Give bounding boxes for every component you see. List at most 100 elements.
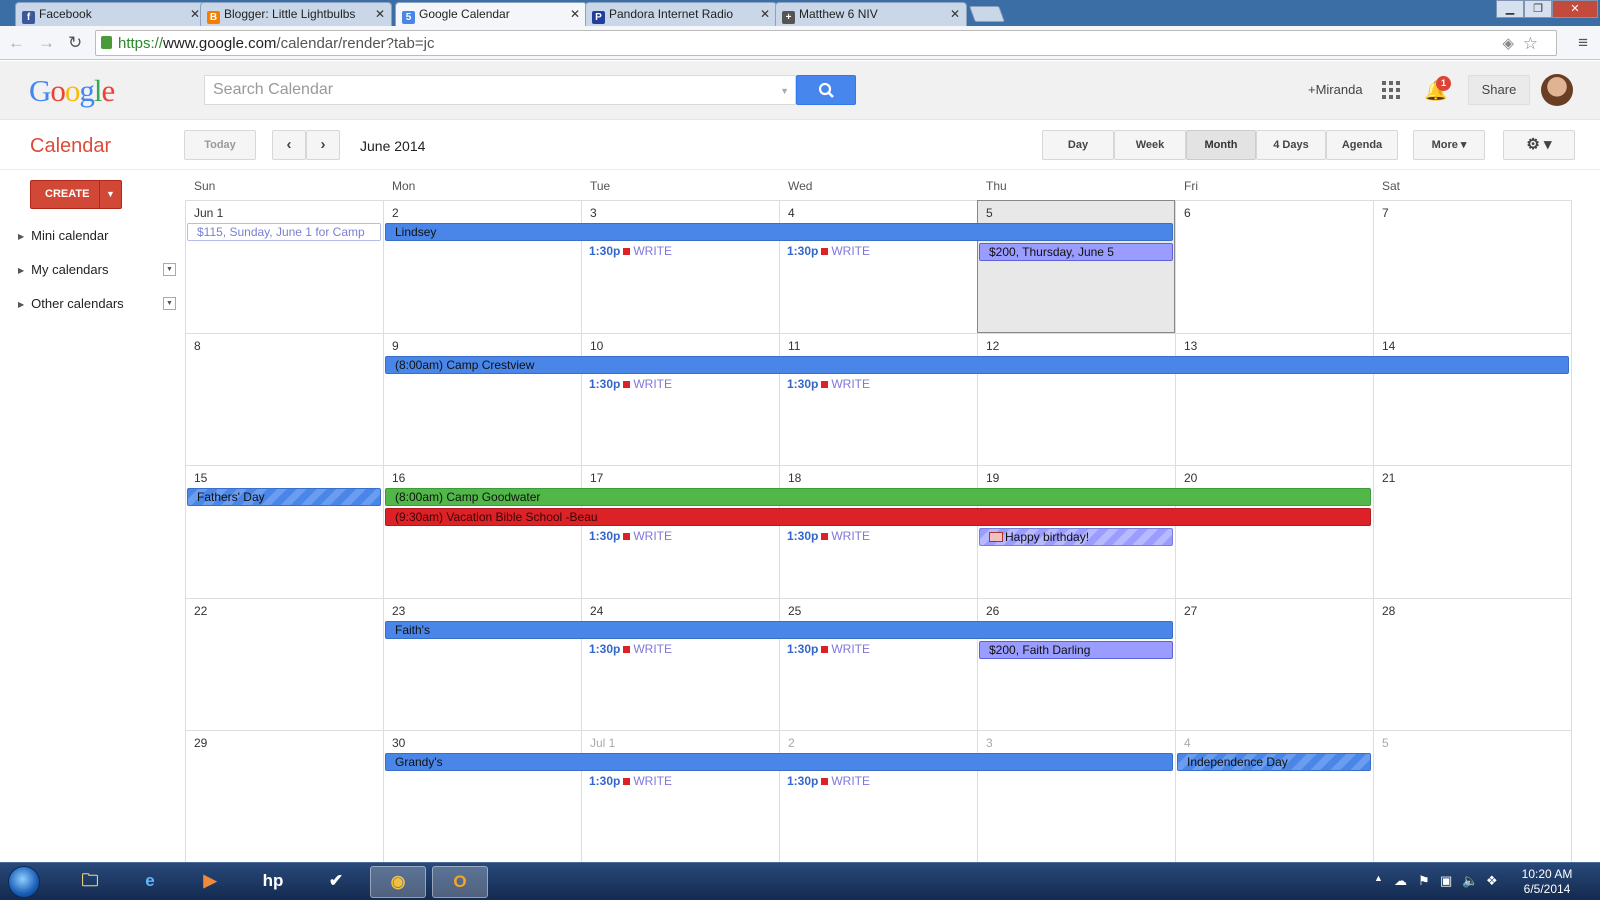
day-number[interactable]: 24 — [590, 604, 603, 618]
browser-tab[interactable]: P Pandora Internet Radio ✕ — [585, 2, 777, 26]
forward-icon[interactable]: → — [38, 33, 55, 53]
day-cell[interactable] — [1373, 465, 1571, 598]
next-month-button[interactable]: › — [306, 130, 340, 160]
day-cell[interactable] — [383, 597, 581, 731]
tray-expand-icon[interactable]: ▲ — [1374, 873, 1383, 883]
window-close-button[interactable]: ✕ — [1552, 0, 1598, 18]
day-cell[interactable] — [1373, 730, 1571, 863]
day-number[interactable]: 8 — [194, 339, 201, 353]
media-player-icon[interactable]: ▶ — [182, 866, 238, 898]
day-number[interactable]: 18 — [788, 471, 801, 485]
browser-tab[interactable]: B Blogger: Little Lightbulbs ✕ — [200, 2, 392, 26]
day-cell[interactable] — [779, 597, 977, 731]
event-chip[interactable]: (9:30am) Vacation Bible School -Beau — [385, 508, 1371, 527]
ie-icon[interactable]: e — [122, 866, 178, 898]
event-chip[interactable]: Faith's — [385, 620, 1173, 639]
day-number[interactable]: 13 — [1184, 339, 1197, 353]
day-cell[interactable] — [977, 730, 1175, 863]
chrome-menu-icon[interactable]: ≡ — [1578, 33, 1588, 53]
other-calendars-menu-icon[interactable]: ▼ — [163, 297, 176, 310]
search-options-icon[interactable]: ▼ — [780, 86, 789, 96]
day-cell[interactable] — [581, 597, 779, 731]
day-number[interactable]: 30 — [392, 736, 405, 750]
day-cell[interactable] — [383, 200, 581, 333]
day-number[interactable]: 2 — [788, 736, 795, 750]
event-chip[interactable]: $115, Sunday, June 1 for Camp — [187, 223, 381, 241]
more-button[interactable]: More ▾ — [1413, 130, 1485, 160]
day-number[interactable]: 16 — [392, 471, 405, 485]
day-cell[interactable] — [581, 332, 779, 466]
event-chip[interactable]: Lindsey — [385, 223, 1173, 241]
start-button[interactable] — [8, 866, 40, 898]
day-number[interactable]: 15 — [194, 471, 207, 485]
tab-close-icon[interactable]: ✕ — [190, 7, 200, 21]
explorer-icon[interactable]: 🗀 — [62, 866, 118, 898]
day-cell[interactable] — [779, 200, 977, 333]
day-cell[interactable] — [185, 597, 383, 731]
tab-close-icon[interactable]: ✕ — [375, 7, 385, 21]
day-number[interactable]: 17 — [590, 471, 603, 485]
day-cell[interactable] — [383, 332, 581, 466]
event-chip[interactable]: Grandy's — [385, 753, 1173, 772]
sidebar-item-my-calendars[interactable]: ▶ My calendars — [18, 262, 108, 277]
day-cell[interactable] — [977, 332, 1175, 466]
timed-event[interactable]: 1:30p WRITE — [589, 377, 672, 391]
browser-tab[interactable]: f Facebook ✕ — [15, 2, 207, 26]
hp-icon[interactable]: hp — [245, 866, 301, 898]
day-number[interactable]: 6 — [1184, 206, 1191, 220]
check-app-icon[interactable]: ✔ — [308, 866, 364, 898]
search-button[interactable] — [796, 75, 856, 105]
view-button-day[interactable]: Day — [1042, 130, 1114, 160]
day-number[interactable]: 19 — [986, 471, 999, 485]
day-cell[interactable] — [1175, 597, 1373, 731]
back-icon[interactable]: ← — [8, 33, 25, 53]
outlook-icon[interactable]: O — [432, 866, 488, 898]
dropbox-icon[interactable]: ❖ — [1486, 873, 1498, 889]
cloud-sync-icon[interactable]: ☁ — [1394, 873, 1407, 889]
day-number[interactable]: 29 — [194, 736, 207, 750]
day-number[interactable]: 14 — [1382, 339, 1395, 353]
today-button[interactable]: Today — [184, 130, 256, 160]
day-number[interactable]: 10 — [590, 339, 603, 353]
event-chip[interactable]: $200, Thursday, June 5 — [979, 243, 1173, 261]
event-chip[interactable]: $200, Faith Darling — [979, 640, 1173, 659]
day-number[interactable]: 9 — [392, 339, 399, 353]
timed-event[interactable]: 1:30p WRITE — [787, 244, 870, 258]
system-clock[interactable]: 10:20 AM 6/5/2014 — [1514, 867, 1580, 897]
day-cell[interactable] — [779, 730, 977, 863]
day-cell[interactable] — [1175, 730, 1373, 863]
day-number[interactable]: 25 — [788, 604, 801, 618]
reload-icon[interactable]: ↻ — [68, 33, 82, 53]
sidebar-item-mini-calendar[interactable]: ▶ Mini calendar — [18, 228, 108, 243]
tab-close-icon[interactable]: ✕ — [950, 7, 960, 21]
view-button-week[interactable]: Week — [1114, 130, 1186, 160]
day-number[interactable]: 28 — [1382, 604, 1395, 618]
day-cell[interactable] — [1175, 465, 1373, 598]
day-cell[interactable] — [779, 332, 977, 466]
sidebar-item-other-calendars[interactable]: ▶ Other calendars — [18, 296, 124, 311]
chrome-icon[interactable]: ◉ — [370, 866, 426, 898]
day-cell[interactable] — [383, 730, 581, 863]
apps-grid-icon[interactable] — [1382, 81, 1400, 99]
view-button-4-days[interactable]: 4 Days — [1256, 130, 1326, 160]
day-cell[interactable] — [1373, 597, 1571, 731]
share-button[interactable]: Share — [1468, 75, 1530, 105]
browser-tab[interactable]: + Matthew 6 NIV ✕ — [775, 2, 967, 26]
event-chip[interactable]: (8:00am) Camp Goodwater — [385, 488, 1371, 507]
day-cell[interactable] — [977, 200, 1175, 333]
day-cell[interactable] — [1175, 200, 1373, 333]
create-dropdown-icon[interactable]: ▼ — [99, 181, 121, 208]
day-number[interactable]: Jul 1 — [590, 736, 615, 750]
event-chip[interactable]: Happy birthday! — [979, 528, 1173, 547]
create-button[interactable]: CREATE ▼ — [30, 180, 122, 209]
timed-event[interactable]: 1:30p WRITE — [787, 642, 870, 656]
view-button-agenda[interactable]: Agenda — [1326, 130, 1398, 160]
prev-month-button[interactable]: ‹ — [272, 130, 306, 160]
timed-event[interactable]: 1:30p WRITE — [589, 642, 672, 656]
day-number[interactable]: 3 — [986, 736, 993, 750]
day-number[interactable]: 22 — [194, 604, 207, 618]
search-input[interactable]: Search Calendar ▼ — [204, 75, 796, 105]
view-button-month[interactable]: Month — [1186, 130, 1256, 160]
event-chip[interactable]: Fathers' Day — [187, 488, 381, 507]
day-number[interactable]: 21 — [1382, 471, 1395, 485]
